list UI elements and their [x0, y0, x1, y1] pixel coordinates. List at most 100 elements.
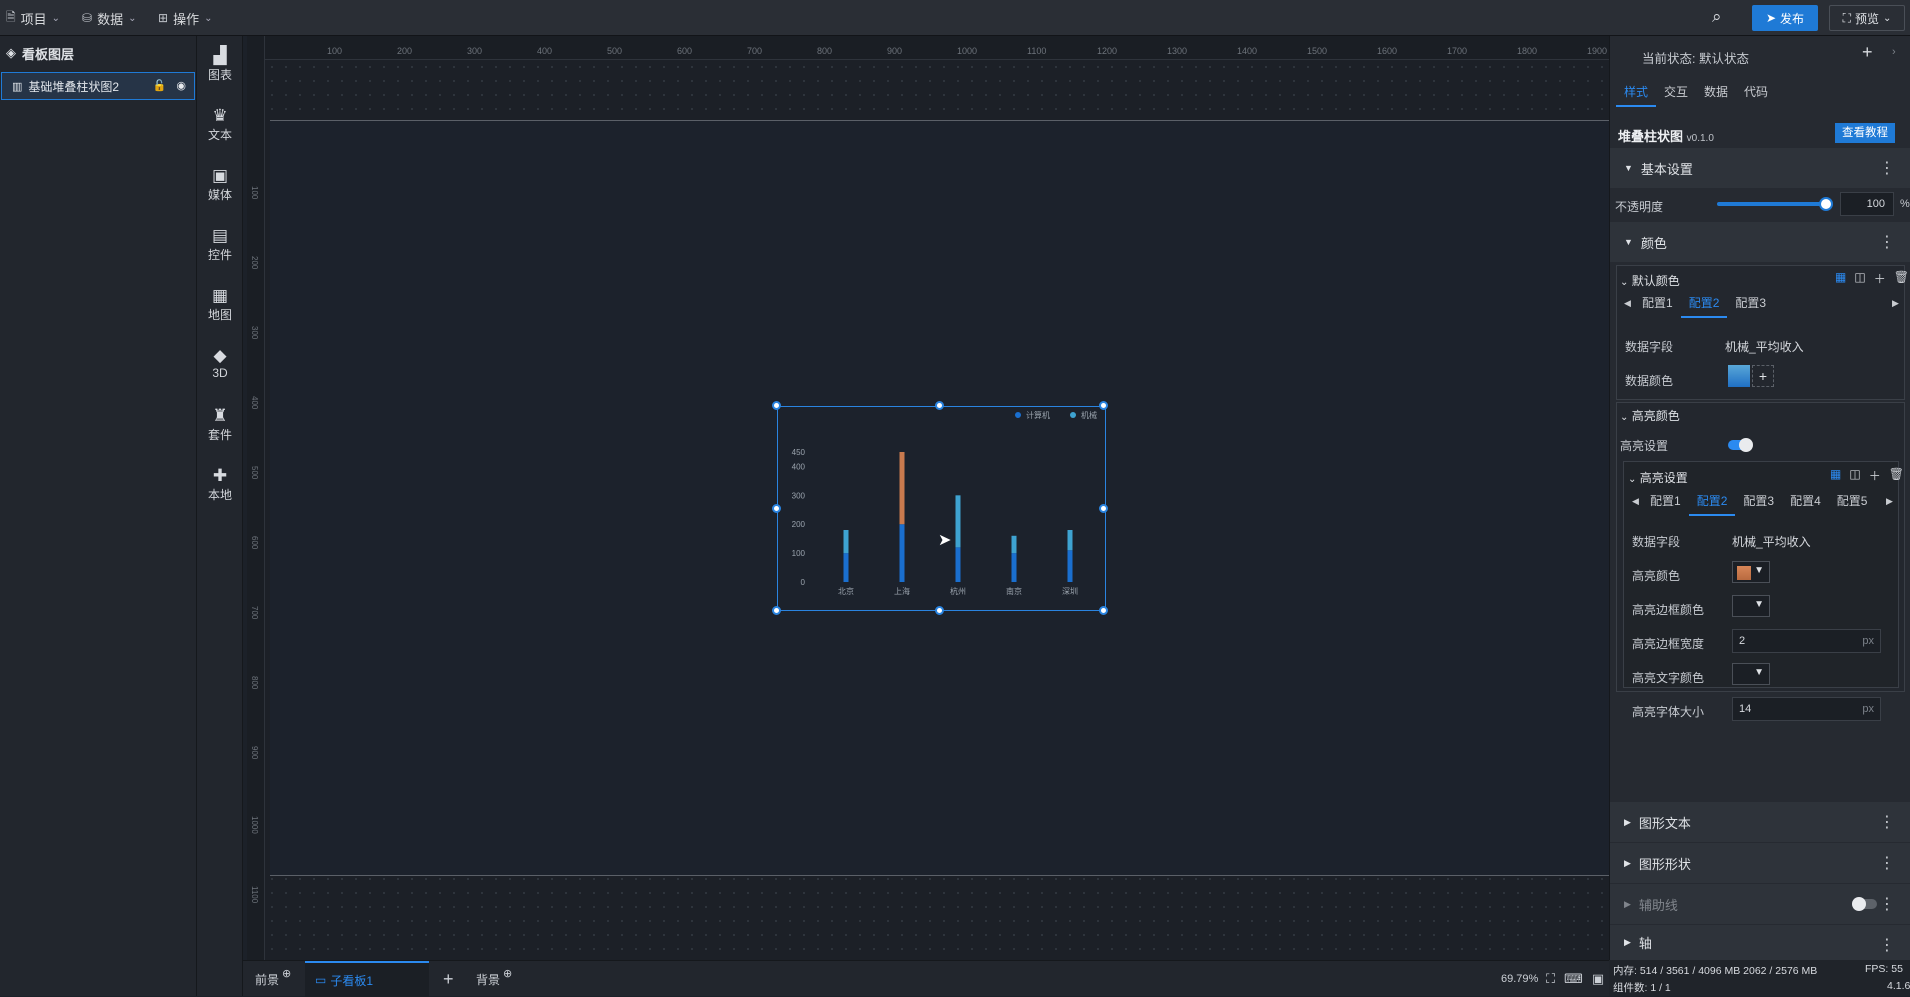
- default-color-header[interactable]: ⌄ 默认颜色: [1620, 272, 1680, 289]
- field-value-2[interactable]: 机械_平均收入: [1732, 533, 1811, 550]
- tool-control[interactable]: ▤ 控件: [197, 226, 243, 263]
- highlight-text-color-select[interactable]: ▼: [1732, 663, 1770, 685]
- table-icon[interactable]: ▦: [1830, 467, 1841, 484]
- resize-handle[interactable]: [935, 606, 944, 615]
- caret-right-icon[interactable]: ▶: [1886, 496, 1893, 507]
- config-tab[interactable]: 配置1: [1642, 488, 1689, 516]
- add-color-button[interactable]: +: [1752, 365, 1774, 387]
- tool-chart[interactable]: ▟ 图表: [197, 46, 243, 83]
- more-icon[interactable]: ⋮: [1879, 158, 1895, 178]
- tab-foreground[interactable]: 前景 ⊕: [255, 961, 305, 997]
- section-basic[interactable]: ▼ 基本设置 ⋮: [1610, 148, 1910, 188]
- data-color-swatch[interactable]: [1728, 365, 1750, 387]
- tool-kit[interactable]: ♜ 套件: [197, 406, 243, 443]
- highlight-border-color-label: 高亮边框颜色: [1632, 603, 1705, 617]
- resize-handle[interactable]: [772, 401, 781, 410]
- tab-style[interactable]: 样式: [1616, 79, 1657, 107]
- config-tab[interactable]: 配置3: [1735, 488, 1782, 516]
- tool-3d[interactable]: ◆ 3D: [197, 346, 243, 380]
- section-graph-text[interactable]: ▶ 图形文本 ⋮: [1610, 802, 1910, 842]
- tool-text[interactable]: ♛ 文本: [197, 106, 243, 143]
- resize-handle[interactable]: [1099, 504, 1108, 513]
- tool-media[interactable]: ▣ 媒体: [197, 166, 243, 203]
- resize-handle[interactable]: [1099, 401, 1108, 410]
- resize-handle[interactable]: [772, 606, 781, 615]
- config-tab[interactable]: 配置3: [1727, 290, 1774, 318]
- tool-map[interactable]: ▦ 地图: [197, 286, 243, 323]
- caret-left-icon[interactable]: ◀: [1624, 298, 1631, 309]
- keyboard-icon[interactable]: ⌨: [1564, 971, 1583, 987]
- section-guide-line[interactable]: ▶ 辅助线 ⋮: [1610, 884, 1910, 924]
- more-icon[interactable]: ⋮: [1879, 232, 1895, 252]
- ruler-tick-label: 1600: [1377, 46, 1398, 56]
- preview-button[interactable]: ⛶ 预览 ⌄: [1829, 5, 1905, 31]
- highlight-color-select[interactable]: ▼: [1732, 561, 1770, 583]
- config-tab[interactable]: 配置2: [1688, 488, 1736, 516]
- highlight-border-color-select[interactable]: ▼: [1732, 595, 1770, 617]
- highlight-color-header[interactable]: ⌄ 高亮颜色: [1620, 407, 1680, 424]
- section-axis[interactable]: ▶ 轴 ⋮: [1610, 925, 1910, 960]
- add-state-button[interactable]: +: [1862, 42, 1873, 63]
- guide-line-toggle[interactable]: [1852, 897, 1877, 911]
- plus-icon[interactable]: ＋: [1874, 270, 1886, 287]
- resize-handle[interactable]: [772, 504, 781, 513]
- layout-icon[interactable]: ◫: [1849, 467, 1860, 484]
- opacity-input[interactable]: 100: [1840, 192, 1894, 216]
- tab-sub-board[interactable]: ▭ 子看板1: [305, 961, 429, 997]
- operations-menu[interactable]: ⊞ 操作 ⌄: [158, 0, 212, 36]
- tab-code[interactable]: 代码: [1736, 79, 1776, 107]
- data-menu[interactable]: ⛁ 数据 ⌄: [82, 0, 136, 36]
- publish-button[interactable]: ➤ 发布: [1752, 5, 1818, 31]
- zoom-level[interactable]: 69.79%: [1501, 961, 1538, 997]
- config-tab[interactable]: 配置2: [1680, 290, 1728, 318]
- highlight-font-size-input[interactable]: 14 px: [1732, 697, 1881, 721]
- send-icon: ➤: [1765, 11, 1777, 25]
- config-tab[interactable]: 配置4: [1782, 488, 1829, 516]
- section-color[interactable]: ▼ 颜色 ⋮: [1610, 222, 1910, 262]
- tab-data[interactable]: 数据: [1696, 79, 1736, 107]
- highlight-font-size-label: 高亮字体大小: [1632, 705, 1705, 719]
- resize-handle[interactable]: [935, 401, 944, 410]
- more-icon[interactable]: ⋮: [1879, 935, 1895, 955]
- highlight-border-width-input[interactable]: 2 px: [1732, 629, 1881, 653]
- opacity-slider[interactable]: [1717, 202, 1825, 206]
- state-value: 默认状态: [1698, 52, 1749, 66]
- caret-left-icon[interactable]: ◀: [1632, 496, 1639, 507]
- stacked-bar-chart[interactable]: 计算机 机械 0 100 200 300 400 450 北京 上海 杭州 南京 深圳: [777, 406, 1106, 611]
- highlight-setting-header[interactable]: ⌄ 高亮设置: [1628, 469, 1688, 486]
- layout-icon[interactable]: ◫: [1854, 270, 1865, 287]
- table-icon[interactable]: ▦: [1835, 270, 1846, 287]
- unlock-icon[interactable]: 🔓: [153, 79, 167, 92]
- project-menu[interactable]: 🗎 项目 ⌄: [6, 0, 60, 36]
- terminal-icon[interactable]: ▣: [1592, 971, 1604, 987]
- trash-icon[interactable]: 🗑: [1894, 270, 1909, 287]
- add-circle-icon[interactable]: ⊕: [282, 967, 291, 980]
- resize-handle[interactable]: [1099, 606, 1108, 615]
- section-graph-shape[interactable]: ▶ 图形形状 ⋮: [1610, 843, 1910, 883]
- config-tab[interactable]: 配置1: [1634, 290, 1681, 318]
- tab-background[interactable]: 背景 ⊕: [476, 961, 526, 997]
- ruler-tick-label: 400: [537, 46, 553, 56]
- chevron-right-icon[interactable]: ›: [1892, 46, 1896, 58]
- tutorial-button[interactable]: 查看教程: [1835, 123, 1895, 143]
- eye-icon[interactable]: ◉: [176, 79, 186, 92]
- tab-interaction[interactable]: 交互: [1656, 79, 1696, 107]
- field-value[interactable]: 机械_平均收入: [1725, 338, 1804, 355]
- fit-screen-icon[interactable]: ⛶: [1546, 971, 1555, 987]
- ruler-tick-label: 700: [250, 606, 259, 620]
- add-circle-icon[interactable]: ⊕: [503, 967, 512, 980]
- plus-icon[interactable]: ＋: [1869, 467, 1881, 484]
- opacity-slider-thumb[interactable]: [1819, 197, 1833, 211]
- trash-icon[interactable]: 🗑: [1889, 467, 1904, 484]
- layer-item[interactable]: ▥ 基础堆叠柱状图2 🔓 ◉: [1, 72, 195, 100]
- ruler-tick-label: 500: [607, 46, 623, 56]
- more-icon[interactable]: ⋮: [1879, 812, 1895, 832]
- more-icon[interactable]: ⋮: [1879, 853, 1895, 873]
- config-tab[interactable]: 配置5: [1829, 488, 1876, 516]
- caret-right-icon[interactable]: ▶: [1892, 298, 1899, 309]
- add-board-button[interactable]: +: [443, 961, 454, 997]
- search-icon[interactable]: ⌕: [1712, 7, 1722, 27]
- more-icon[interactable]: ⋮: [1879, 894, 1895, 914]
- tool-local[interactable]: ✚ 本地: [197, 466, 243, 503]
- highlight-toggle[interactable]: [1728, 438, 1753, 452]
